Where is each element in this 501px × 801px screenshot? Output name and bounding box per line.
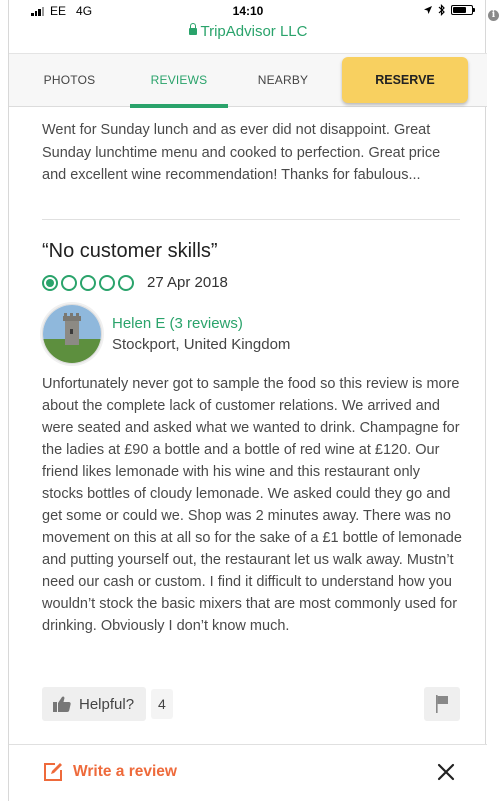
reviewer-location: Stockport, United Kingdom	[112, 336, 291, 353]
review-title[interactable]: “No customer skills”	[42, 240, 218, 263]
tab-photos[interactable]: PHOTOS	[9, 54, 130, 107]
tab-reviews[interactable]: REVIEWS	[130, 54, 228, 107]
report-button[interactable]	[424, 687, 460, 721]
previous-review-snippet[interactable]: Went for Sunday lunch and as ever did no…	[42, 119, 462, 187]
rating-bubble-icon	[80, 274, 96, 291]
helpful-label: Helpful?	[79, 695, 135, 713]
info-icon[interactable]: i	[488, 10, 499, 21]
review-actions: Helpful? 4	[42, 687, 460, 721]
reviewer: Helen E (3 reviews) Stockport, United Ki…	[42, 304, 290, 364]
bluetooth-icon	[438, 4, 445, 16]
active-tab-indicator	[130, 104, 228, 108]
battery-icon	[451, 5, 475, 15]
lock-icon	[188, 23, 197, 35]
write-review-label: Write a review	[73, 763, 177, 780]
rating-bubbles	[42, 274, 134, 291]
url-site: TripAdvisor LLC	[200, 23, 308, 40]
tab-bar: PHOTOS REVIEWS NEARBY RESERVE	[9, 53, 487, 108]
close-icon[interactable]	[435, 761, 457, 783]
app-frame: EE 4G 14:10 TripAdvisor LLC PHOTOS REVIE…	[8, 0, 487, 801]
rating-bubble-icon	[99, 274, 115, 291]
reserve-button[interactable]: RESERVE	[342, 57, 468, 103]
rating-bubble-icon	[42, 274, 58, 291]
tab-nearby[interactable]: NEARBY	[228, 54, 338, 107]
reviewer-name[interactable]: Helen E (3 reviews)	[112, 313, 290, 334]
clock: 14:10	[232, 4, 264, 18]
location-arrow-icon	[424, 6, 432, 14]
thumbs-up-icon	[53, 696, 71, 712]
divider	[42, 219, 460, 220]
helpful-button[interactable]: Helpful?	[42, 687, 147, 721]
review-date: 27 Apr 2018	[147, 274, 228, 291]
avatar[interactable]	[42, 304, 102, 364]
url-bar[interactable]: TripAdvisor LLC	[9, 23, 487, 40]
status-right	[423, 4, 475, 16]
write-review-button[interactable]: Write a review	[42, 761, 177, 783]
rating-bubble-icon	[61, 274, 77, 291]
rating-row: 27 Apr 2018	[42, 274, 228, 291]
reviewer-info: Helen E (3 reviews) Stockport, United Ki…	[112, 313, 290, 355]
edit-icon	[44, 763, 62, 781]
helpful-count: 4	[151, 689, 173, 719]
flag-icon	[436, 695, 448, 713]
status-bar: EE 4G 14:10	[9, 0, 487, 22]
rating-bubble-icon	[118, 274, 134, 291]
review-body: Unfortunately never got to sample the fo…	[42, 376, 462, 634]
bottom-bar: Write a review	[9, 744, 487, 801]
